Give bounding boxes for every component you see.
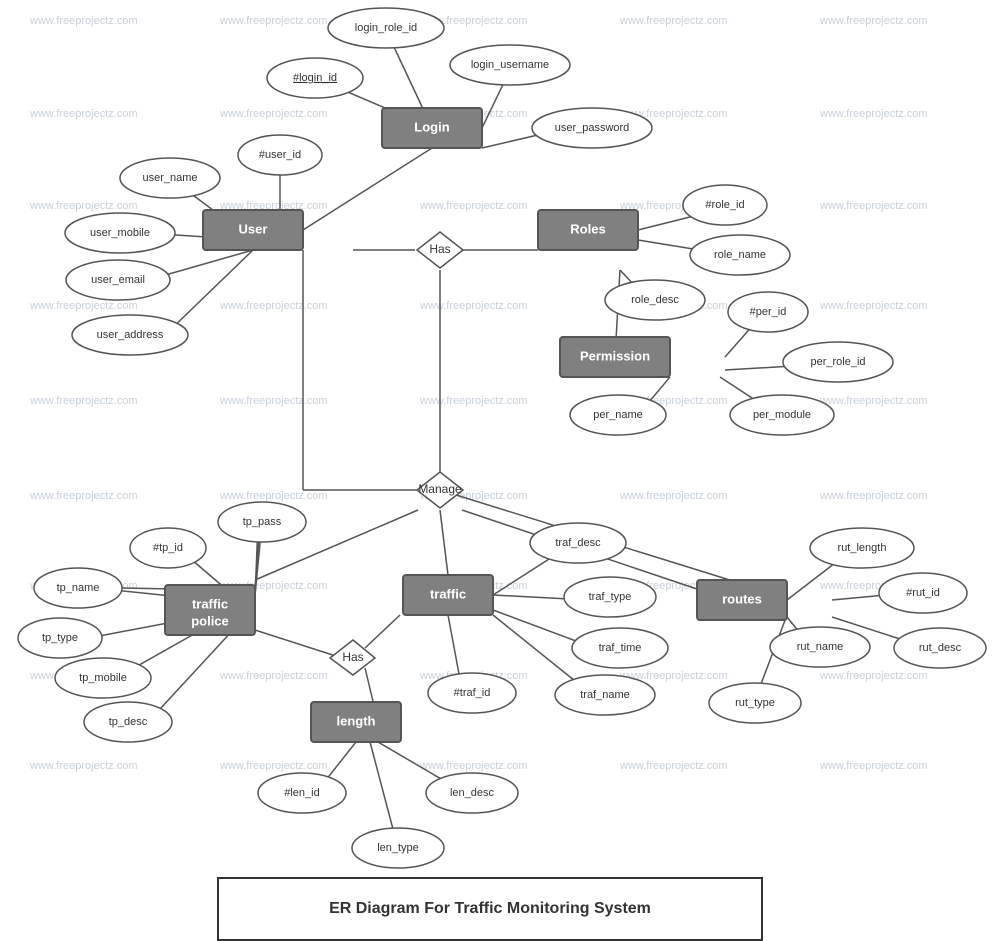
- svg-text:traf_desc: traf_desc: [555, 537, 601, 549]
- attr-rut-length: rut_length: [810, 528, 914, 568]
- svg-text:user_mobile: user_mobile: [90, 227, 150, 239]
- attr-role-desc: role_desc: [605, 280, 705, 320]
- attr-user-name: user_name: [120, 158, 220, 198]
- svg-text:#traf_id: #traf_id: [454, 687, 491, 699]
- svg-text:tp_type: tp_type: [42, 632, 78, 644]
- entity-login: Login: [382, 108, 482, 148]
- entity-traffic-police: traffic police: [165, 585, 255, 635]
- attr-login-role-id: login_role_id: [328, 8, 444, 48]
- svg-text:traf_name: traf_name: [580, 689, 630, 701]
- svg-text:traf_time: traf_time: [599, 642, 642, 654]
- attr-traf-type: traf_type: [564, 577, 656, 617]
- svg-text:user_email: user_email: [91, 274, 145, 286]
- svg-text:#rut_id: #rut_id: [906, 587, 940, 599]
- svg-text:login_role_id: login_role_id: [355, 22, 417, 34]
- attr-role-id: #role_id: [683, 185, 767, 225]
- attr-tp-mobile: tp_mobile: [55, 658, 151, 698]
- svg-text:routes: routes: [722, 591, 762, 606]
- svg-text:user_password: user_password: [555, 122, 630, 134]
- attr-tp-name: tp_name: [34, 568, 122, 608]
- attr-per-id: #per_id: [728, 292, 808, 332]
- attr-traf-name: traf_name: [555, 675, 655, 715]
- diagram-title: ER Diagram For Traffic Monitoring System: [217, 877, 763, 941]
- svg-text:#len_id: #len_id: [284, 787, 319, 799]
- svg-text:role_desc: role_desc: [631, 294, 679, 306]
- attr-len-id: #len_id: [258, 773, 346, 813]
- svg-text:per_module: per_module: [753, 409, 811, 421]
- svg-text:Permission: Permission: [580, 348, 650, 363]
- entity-length: length: [311, 702, 401, 742]
- entity-traffic: traffic: [403, 575, 493, 615]
- svg-text:per_role_id: per_role_id: [810, 356, 865, 368]
- svg-text:Roles: Roles: [570, 221, 605, 236]
- svg-text:Manage: Manage: [418, 482, 462, 496]
- attr-rut-desc: rut_desc: [894, 628, 986, 668]
- svg-text:#login_id: #login_id: [293, 72, 337, 84]
- svg-text:rut_type: rut_type: [735, 697, 775, 709]
- attr-user-email: user_email: [66, 260, 170, 300]
- svg-text:#user_id: #user_id: [259, 149, 301, 161]
- attr-len-type: len_type: [352, 828, 444, 868]
- attr-login-id: #login_id: [267, 58, 363, 98]
- entity-routes: routes: [697, 580, 787, 620]
- svg-text:Login: Login: [414, 119, 449, 134]
- svg-text:login_username: login_username: [471, 59, 549, 71]
- svg-text:tp_mobile: tp_mobile: [79, 672, 127, 684]
- svg-text:role_name: role_name: [714, 249, 766, 261]
- attr-user-mobile: user_mobile: [65, 213, 175, 253]
- svg-text:rut_desc: rut_desc: [919, 642, 962, 654]
- svg-text:traffic: traffic: [430, 586, 466, 601]
- attr-traf-time: traf_time: [572, 628, 668, 668]
- title-text: ER Diagram For Traffic Monitoring System: [329, 900, 651, 918]
- svg-text:Has: Has: [429, 242, 450, 256]
- attr-rut-type: rut_type: [709, 683, 801, 723]
- svg-text:user_name: user_name: [142, 172, 197, 184]
- attr-traf-id: #traf_id: [428, 673, 516, 713]
- svg-text:rut_length: rut_length: [838, 542, 887, 554]
- attr-role-name: role_name: [690, 235, 790, 275]
- svg-text:tp_pass: tp_pass: [243, 516, 282, 528]
- svg-text:tp_name: tp_name: [57, 582, 100, 594]
- attr-len-desc: len_desc: [426, 773, 518, 813]
- attr-user-id: #user_id: [238, 135, 322, 175]
- entity-roles: Roles: [538, 210, 638, 250]
- attr-rut-name: rut_name: [770, 627, 870, 667]
- attr-per-role-id: per_role_id: [783, 342, 893, 382]
- entity-permission: Permission: [560, 337, 670, 377]
- svg-text:traf_type: traf_type: [589, 591, 632, 603]
- attr-tp-id: #tp_id: [130, 528, 206, 568]
- svg-text:police: police: [191, 613, 229, 628]
- attr-per-module: per_module: [730, 395, 834, 435]
- rel-has-user-roles: Has: [417, 232, 463, 268]
- svg-text:length: length: [337, 713, 376, 728]
- rel-manage: Manage: [417, 472, 463, 508]
- svg-text:#tp_id: #tp_id: [153, 542, 183, 554]
- svg-text:#role_id: #role_id: [705, 199, 744, 211]
- svg-text:#per_id: #per_id: [750, 306, 787, 318]
- svg-text:tp_desc: tp_desc: [109, 716, 148, 728]
- er-diagram: Login User Roles Permission traffic poli…: [0, 0, 1003, 870]
- svg-text:len_type: len_type: [377, 842, 419, 854]
- attr-tp-type: tp_type: [18, 618, 102, 658]
- svg-text:User: User: [239, 221, 268, 236]
- attr-tp-pass: tp_pass: [218, 502, 306, 542]
- attr-tp-desc: tp_desc: [84, 702, 172, 742]
- attr-login-username: login_username: [450, 45, 570, 85]
- entity-user: User: [203, 210, 303, 250]
- attr-per-name: per_name: [570, 395, 666, 435]
- attr-rut-id: #rut_id: [879, 573, 967, 613]
- svg-text:per_name: per_name: [593, 409, 643, 421]
- attr-user-address: user_address: [72, 315, 188, 355]
- svg-text:len_desc: len_desc: [450, 787, 495, 799]
- attr-user-password: user_password: [532, 108, 652, 148]
- svg-text:traffic: traffic: [192, 596, 228, 611]
- svg-text:user_address: user_address: [97, 329, 164, 341]
- svg-text:rut_name: rut_name: [797, 641, 843, 653]
- svg-text:Has: Has: [342, 650, 363, 664]
- attr-traf-desc: traf_desc: [530, 523, 626, 563]
